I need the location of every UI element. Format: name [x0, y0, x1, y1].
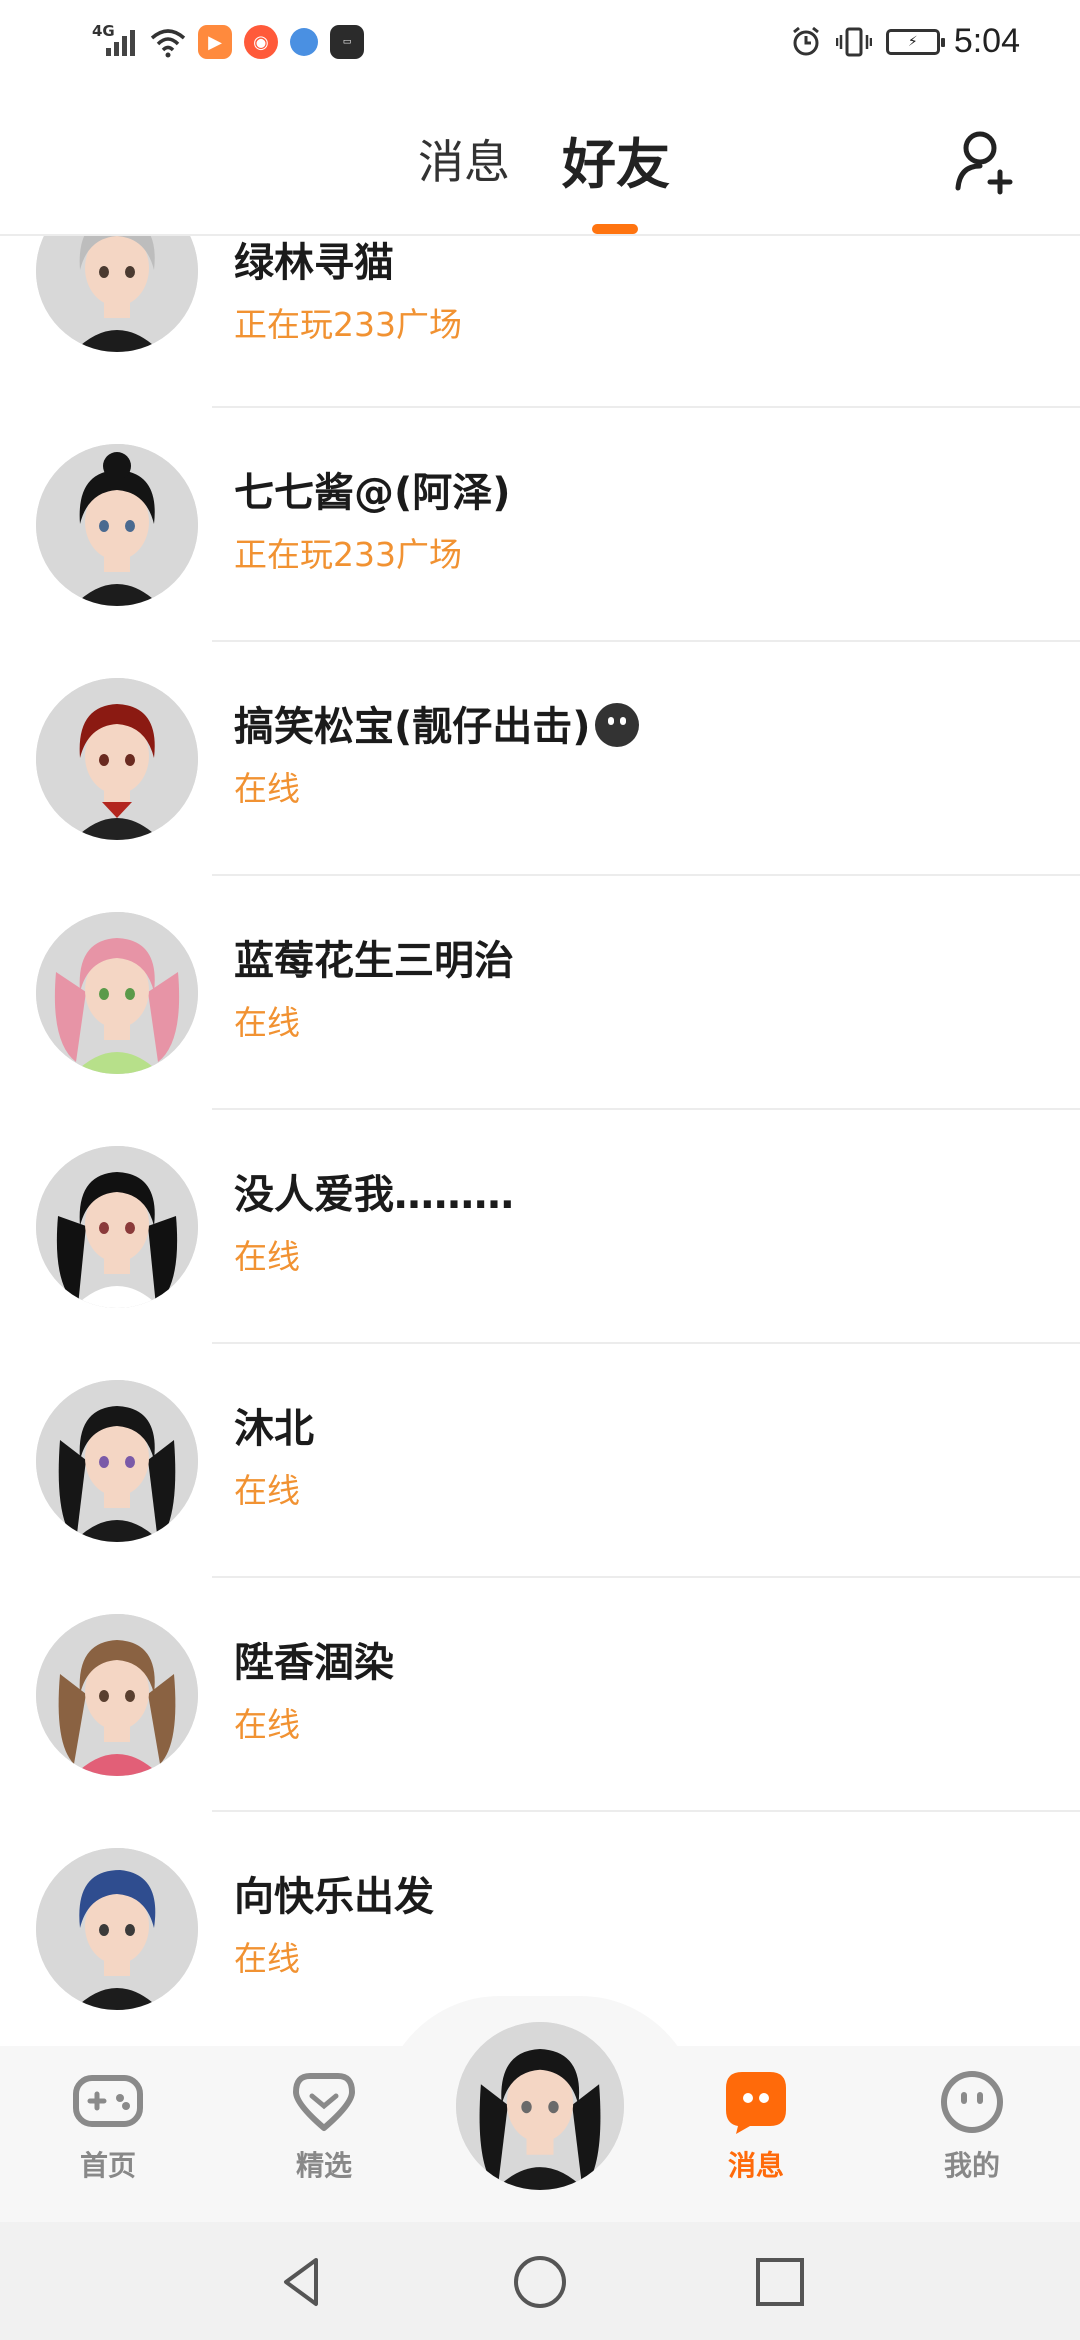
browser-app-icon [290, 28, 318, 56]
nav-item-messages[interactable]: 消息 [696, 2070, 816, 2184]
avatar-figure [36, 1146, 198, 1308]
status-bar: 4G ▶ ◉ ▭ ⚡ 5:04 [0, 0, 1080, 84]
status-right: ⚡ 5:04 [790, 22, 1020, 61]
nav-item-featured[interactable]: 精选 [264, 2070, 384, 2184]
friend-avatar[interactable] [36, 1614, 198, 1776]
friend-status: 在线 [234, 1705, 300, 1744]
home-icon[interactable] [510, 2252, 570, 2312]
clock: 5:04 [953, 22, 1020, 60]
friend-row[interactable]: 绿林寻猫 正在玩233广场 [0, 236, 1080, 408]
nav-label-home: 首页 [79, 2150, 136, 2181]
avatar-figure [36, 1614, 198, 1776]
avatar-figure [36, 1848, 198, 2010]
friend-avatar[interactable] [36, 444, 198, 606]
camera-app-icon: ◉ [244, 25, 278, 59]
nav-item-home[interactable]: 首页 [48, 2070, 168, 2184]
friend-name-text: 搞笑松宝(靓仔出击) [234, 704, 591, 750]
friend-avatar[interactable] [36, 912, 198, 1074]
friend-avatar[interactable] [36, 678, 198, 840]
avatar-figure [36, 678, 198, 840]
nav-label-messages: 消息 [727, 2150, 784, 2181]
friend-avatar[interactable] [36, 1848, 198, 2010]
avatar-figure [36, 236, 198, 352]
friend-list[interactable]: 绿林寻猫 正在玩233广场 七七酱@(阿泽) 正在玩233广场 搞笑松宝(靓仔出… [0, 236, 1080, 2046]
friend-status: 在线 [234, 1237, 300, 1276]
avatar-figure [36, 444, 198, 606]
huawei-store-icon: ▭ [330, 25, 364, 59]
friend-row[interactable]: 沐北 在线 [0, 1344, 1080, 1578]
back-icon[interactable] [272, 2252, 332, 2312]
friend-row[interactable]: 陞香涸染 在线 [0, 1578, 1080, 1812]
alarm-icon [792, 26, 819, 55]
tab-messages[interactable]: 消息 [418, 126, 510, 192]
friend-row[interactable]: 七七酱@(阿泽) 正在玩233广场 [0, 408, 1080, 642]
friend-name: 搞笑松宝(靓仔出击) [234, 694, 639, 752]
friend-name: 蓝莓花生三明治 [234, 938, 514, 984]
heart-box-icon [293, 2073, 355, 2131]
chat-bubble-icon [726, 2072, 786, 2134]
friend-name: 绿林寻猫 [234, 240, 394, 286]
wifi-icon [150, 29, 186, 58]
friend-name: 没人爱我……… [234, 1172, 514, 1218]
add-friend-icon[interactable] [952, 126, 1022, 196]
vibrate-icon [835, 27, 872, 56]
top-header: 消息 好友 [0, 84, 1080, 236]
friend-name: 陞香涸染 [234, 1640, 394, 1686]
friend-status: 在线 [234, 1939, 300, 1978]
signal-icon: 4G [92, 22, 138, 62]
friend-row[interactable]: 搞笑松宝(靓仔出击) 在线 [0, 642, 1080, 876]
friend-status: 正在玩233广场 [234, 535, 462, 574]
friend-row[interactable]: 没人爱我……… 在线 [0, 1110, 1080, 1344]
active-tab-indicator [592, 224, 638, 234]
friend-status: 在线 [234, 1003, 300, 1042]
friend-status: 正在玩233广场 [234, 305, 462, 344]
friend-avatar[interactable] [36, 1380, 198, 1542]
avatar-figure [36, 912, 198, 1074]
smiley-emoji-icon [594, 703, 639, 747]
nav-item-profile[interactable]: 我的 [912, 2070, 1032, 2184]
smiley-face-icon [941, 2071, 1003, 2133]
battery-icon: ⚡ [885, 28, 945, 55]
friend-name: 沐北 [234, 1406, 314, 1452]
tab-friends[interactable]: 好友 [562, 120, 670, 199]
friend-name: 七七酱@(阿泽) [234, 470, 511, 516]
friend-name: 向快乐出发 [234, 1874, 434, 1920]
video-app-icon: ▶ [198, 25, 232, 59]
system-nav-bar [0, 2222, 1080, 2340]
status-left: 4G ▶ ◉ ▭ [92, 22, 364, 62]
friend-row[interactable]: 蓝莓花生三明治 在线 [0, 876, 1080, 1110]
nav-center-avatar-button[interactable] [456, 2022, 624, 2190]
avatar-figure [36, 1380, 198, 1542]
friend-avatar[interactable] [36, 1146, 198, 1308]
nav-label-featured: 精选 [295, 2150, 352, 2181]
friend-status: 在线 [234, 769, 300, 808]
recents-icon[interactable] [750, 2252, 810, 2312]
friend-status: 在线 [234, 1471, 300, 1510]
user-avatar [456, 2022, 624, 2190]
gamepad-icon [73, 2075, 143, 2127]
nav-label-profile: 我的 [943, 2150, 1000, 2181]
friend-avatar[interactable] [36, 236, 198, 352]
